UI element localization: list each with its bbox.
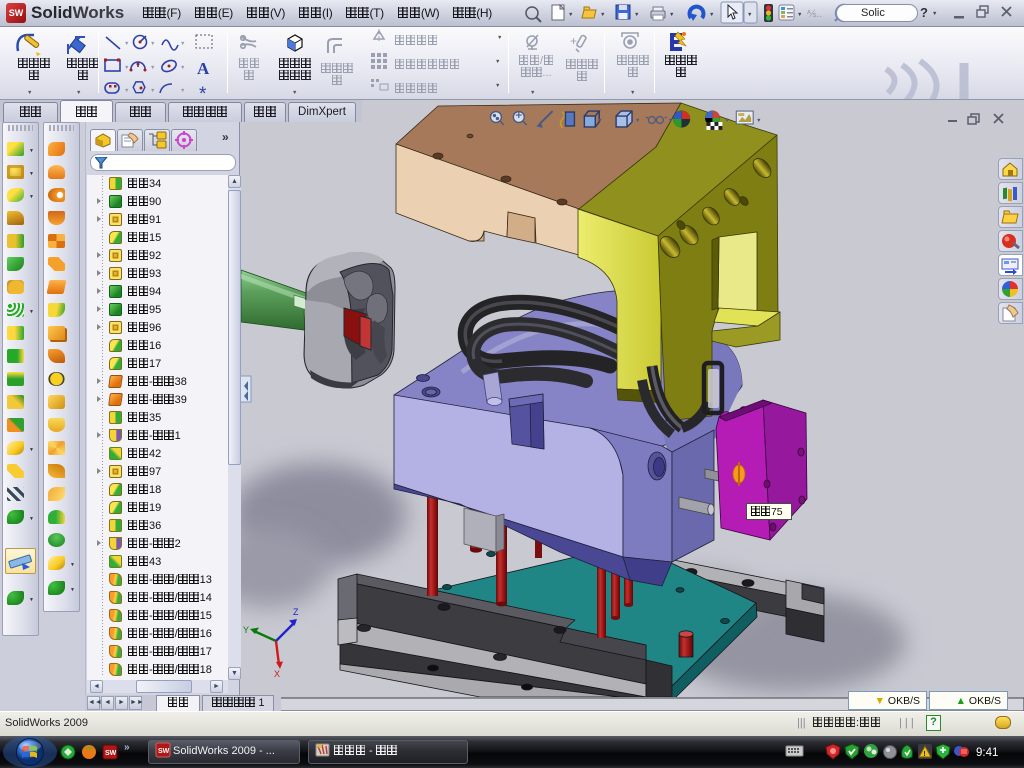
svg-text:▼: ▼ [597, 118, 602, 124]
svg-text:Z: Z [293, 607, 299, 617]
svg-text:▼: ▼ [756, 118, 761, 124]
svg-text:▼: ▼ [747, 12, 752, 18]
svg-text:SW: SW [105, 750, 117, 757]
svg-text:▼: ▼ [124, 41, 129, 47]
svg-text:▼: ▼ [600, 12, 605, 18]
svg-text:▼: ▼ [709, 12, 714, 18]
svg-text:SW: SW [158, 748, 170, 755]
svg-text:?: ? [920, 5, 928, 20]
svg-text:»: » [124, 742, 130, 753]
svg-text:9:41: 9:41 [976, 747, 998, 759]
svg-text:▼: ▼ [150, 65, 155, 71]
svg-text:⅍..: ⅍.. [807, 9, 822, 20]
svg-text:▼: ▼ [150, 41, 155, 47]
svg-text:▼: ▼ [124, 65, 129, 71]
svg-text:X: X [274, 669, 280, 679]
svg-text:▼: ▼ [932, 11, 937, 17]
svg-text:▼: ▼ [635, 118, 640, 124]
svg-text:▼: ▼ [634, 12, 639, 18]
svg-text:▼: ▼ [180, 41, 185, 47]
svg-text:!: ! [923, 751, 925, 758]
svg-text:A: A [197, 59, 210, 78]
svg-text:Y: Y [243, 625, 249, 635]
svg-text:▼: ▼ [124, 88, 129, 94]
svg-text:▼: ▼ [797, 12, 802, 18]
svg-text:▼: ▼ [180, 65, 185, 71]
svg-text:▼: ▼ [668, 118, 673, 124]
svg-text:▼: ▼ [669, 12, 674, 18]
svg-text:▼: ▼ [180, 88, 185, 94]
svg-text:*: * [199, 84, 207, 99]
svg-text:▼: ▼ [568, 12, 573, 18]
svg-text:▼: ▼ [150, 88, 155, 94]
svg-text:+: + [570, 34, 577, 48]
svg-text:▼: ▼ [724, 118, 729, 124]
